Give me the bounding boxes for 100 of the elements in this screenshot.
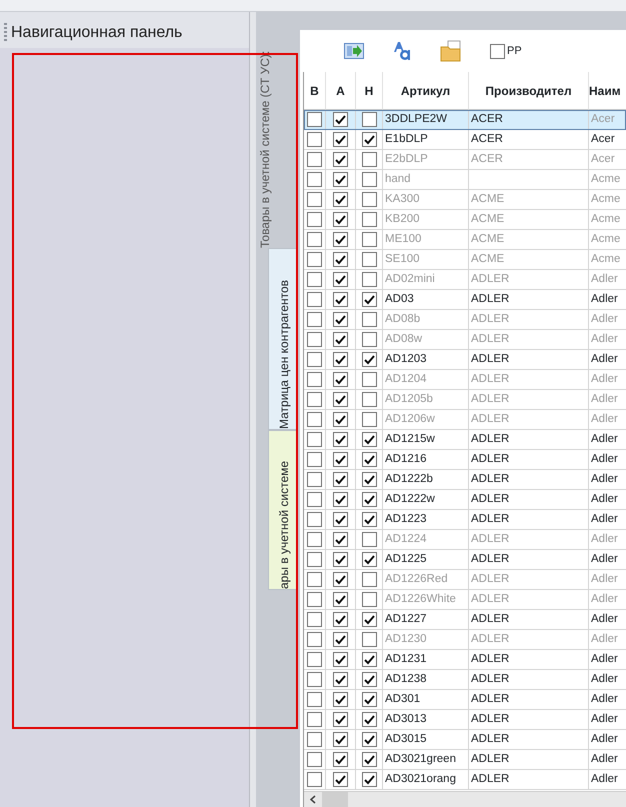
checkbox[interactable]: [307, 312, 322, 327]
checkbox[interactable]: [362, 492, 376, 507]
side-tab[interactable]: ары в учетной системе: [268, 430, 298, 590]
table-row[interactable]: AD1215w ADLER Adler: [304, 430, 626, 450]
checkbox[interactable]: [307, 672, 322, 687]
checkbox[interactable]: [362, 552, 376, 567]
column-header[interactable]: Наим: [589, 72, 626, 110]
table-row[interactable]: AD301 ADLER Adler: [304, 690, 626, 710]
checkbox[interactable]: [333, 592, 348, 607]
checkbox[interactable]: [307, 572, 322, 587]
checkbox[interactable]: [307, 452, 322, 467]
table-row[interactable]: AD1223 ADLER Adler: [304, 510, 626, 530]
checkbox[interactable]: [333, 332, 348, 347]
checkbox[interactable]: [333, 112, 348, 127]
checkbox[interactable]: [307, 632, 322, 647]
table-row[interactable]: AD1225 ADLER Adler: [304, 550, 626, 570]
checkbox[interactable]: [333, 312, 348, 327]
folder-icon[interactable]: [440, 40, 462, 62]
checkbox[interactable]: [333, 752, 348, 767]
checkbox[interactable]: [333, 532, 348, 547]
checkbox[interactable]: [362, 692, 376, 707]
checkbox[interactable]: [362, 272, 376, 287]
checkbox[interactable]: [362, 512, 376, 527]
checkbox[interactable]: [333, 472, 348, 487]
checkbox[interactable]: [362, 532, 376, 547]
checkbox[interactable]: [362, 612, 376, 627]
checkbox[interactable]: [333, 212, 348, 227]
checkbox[interactable]: [362, 292, 376, 307]
export-icon[interactable]: [344, 43, 364, 59]
table-row[interactable]: AD1203 ADLER Adler: [304, 350, 626, 370]
checkbox[interactable]: [307, 332, 322, 347]
checkbox[interactable]: [333, 612, 348, 627]
checkbox[interactable]: [307, 752, 322, 767]
checkbox[interactable]: [307, 232, 322, 247]
checkbox[interactable]: [362, 412, 376, 427]
checkbox[interactable]: [333, 352, 348, 367]
checkbox[interactable]: [362, 672, 376, 687]
checkbox[interactable]: [333, 672, 348, 687]
checkbox[interactable]: [333, 412, 348, 427]
checkbox[interactable]: [362, 132, 376, 147]
checkbox[interactable]: [307, 552, 322, 567]
checkbox[interactable]: [333, 652, 348, 667]
checkbox[interactable]: [333, 572, 348, 587]
checkbox[interactable]: [333, 492, 348, 507]
table-row[interactable]: AD3021green ADLER Adler: [304, 750, 626, 770]
checkbox[interactable]: [333, 172, 348, 187]
checkbox[interactable]: [333, 372, 348, 387]
checkbox[interactable]: [307, 412, 322, 427]
checkbox[interactable]: [333, 552, 348, 567]
table-row[interactable]: AD3015 ADLER Adler: [304, 730, 626, 750]
checkbox[interactable]: [333, 772, 348, 787]
checkbox[interactable]: [362, 592, 376, 607]
checkbox[interactable]: [333, 452, 348, 467]
checkbox[interactable]: [362, 212, 376, 227]
table-row[interactable]: AD3013 ADLER Adler: [304, 710, 626, 730]
checkbox[interactable]: [362, 192, 376, 207]
table-row[interactable]: AD1216 ADLER Adler: [304, 450, 626, 470]
checkbox[interactable]: [307, 472, 322, 487]
checkbox[interactable]: [307, 612, 322, 627]
checkbox[interactable]: [333, 252, 348, 267]
checkbox[interactable]: [490, 44, 505, 58]
checkbox[interactable]: [333, 272, 348, 287]
column-header[interactable]: Н: [356, 72, 383, 110]
checkbox[interactable]: [362, 712, 376, 727]
checkbox[interactable]: [362, 332, 376, 347]
checkbox[interactable]: [362, 372, 376, 387]
checkbox[interactable]: [307, 152, 322, 167]
checkbox[interactable]: [362, 352, 376, 367]
checkbox[interactable]: [333, 632, 348, 647]
checkbox[interactable]: [307, 732, 322, 747]
table-row[interactable]: AD1231 ADLER Adler: [304, 650, 626, 670]
checkbox[interactable]: [333, 392, 348, 407]
column-header[interactable]: В: [304, 72, 326, 110]
checkbox[interactable]: [333, 232, 348, 247]
table-row[interactable]: E1bDLP ACER Acer: [304, 130, 626, 150]
checkbox[interactable]: [307, 692, 322, 707]
checkbox[interactable]: [362, 732, 376, 747]
checkbox[interactable]: [362, 112, 376, 127]
checkbox[interactable]: [307, 532, 322, 547]
checkbox[interactable]: [362, 152, 376, 167]
checkbox[interactable]: [307, 372, 322, 387]
checkbox[interactable]: [307, 652, 322, 667]
checkbox[interactable]: [362, 472, 376, 487]
checkbox[interactable]: [333, 132, 348, 147]
checkbox[interactable]: [307, 392, 322, 407]
table-row[interactable]: AD1222b ADLER Adler: [304, 470, 626, 490]
checkbox[interactable]: [362, 432, 376, 447]
checkbox[interactable]: [333, 712, 348, 727]
checkbox[interactable]: [362, 652, 376, 667]
checkbox[interactable]: [307, 212, 322, 227]
checkbox[interactable]: [307, 772, 322, 787]
table-row[interactable]: AD1222w ADLER Adler: [304, 490, 626, 510]
checkbox[interactable]: [307, 592, 322, 607]
horizontal-scrollbar[interactable]: [304, 791, 626, 807]
checkbox[interactable]: [307, 172, 322, 187]
side-tab[interactable]: Матрица цен контрагентов: [268, 248, 298, 430]
column-header[interactable]: Артикул: [383, 72, 469, 110]
font-icon[interactable]: [392, 41, 412, 61]
checkbox[interactable]: [333, 192, 348, 207]
checkbox[interactable]: [333, 152, 348, 167]
